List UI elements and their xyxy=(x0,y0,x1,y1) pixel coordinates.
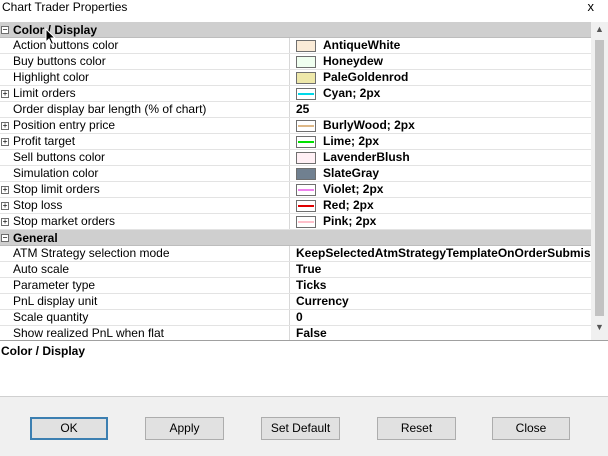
property-value[interactable]: Currency xyxy=(296,294,591,309)
property-name: Buy buttons color xyxy=(0,54,290,69)
set-default-button[interactable]: Set Default xyxy=(261,417,340,440)
property-name: PnL display unit xyxy=(0,294,290,309)
property-value[interactable]: Red; 2px xyxy=(296,198,591,213)
property-name: Sell buttons color xyxy=(0,150,290,165)
property-value[interactable]: AntiqueWhite xyxy=(296,38,591,53)
collapse-icon[interactable]: − xyxy=(1,26,9,34)
window-title: Chart Trader Properties xyxy=(2,0,128,14)
property-name: Show realized PnL when flat xyxy=(0,326,290,340)
apply-button[interactable]: Apply xyxy=(145,417,224,440)
property-name: ATM Strategy selection mode xyxy=(0,246,290,261)
description-panel: Color / Display xyxy=(0,340,608,396)
close-icon[interactable]: x xyxy=(588,0,595,14)
property-row[interactable]: Parameter type Ticks xyxy=(0,278,591,294)
property-row[interactable]: + Profit target Lime; 2px xyxy=(0,134,591,150)
property-value[interactable]: KeepSelectedAtmStrategyTemplateOnOrderSu… xyxy=(296,246,591,261)
property-row[interactable]: + Limit orders Cyan; 2px xyxy=(0,86,591,102)
property-row[interactable]: Auto scale True xyxy=(0,262,591,278)
title-bar: Chart Trader Properties x xyxy=(0,0,608,22)
property-row[interactable]: PnL display unit Currency xyxy=(0,294,591,310)
scroll-thumb[interactable] xyxy=(595,40,604,316)
property-name: Scale quantity xyxy=(0,310,290,325)
property-row[interactable]: Action buttons color AntiqueWhite xyxy=(0,38,591,54)
property-name: Stop loss xyxy=(0,198,290,213)
property-value[interactable]: True xyxy=(296,262,591,277)
property-row[interactable]: Scale quantity 0 xyxy=(0,310,591,326)
property-row[interactable]: + Stop loss Red; 2px xyxy=(0,198,591,214)
property-row[interactable]: + Stop limit orders Violet; 2px xyxy=(0,182,591,198)
property-value[interactable]: Cyan; 2px xyxy=(296,86,591,101)
property-value[interactable]: Pink; 2px xyxy=(296,214,591,229)
property-row[interactable]: Show realized PnL when flat False xyxy=(0,326,591,340)
ok-button[interactable]: OK xyxy=(30,417,108,440)
property-row[interactable]: + Position entry price BurlyWood; 2px xyxy=(0,118,591,134)
category-general[interactable]: − General xyxy=(0,230,591,246)
property-value[interactable]: 0 xyxy=(296,310,591,325)
property-value[interactable]: Violet; 2px xyxy=(296,182,591,197)
property-row[interactable]: Buy buttons color Honeydew xyxy=(0,54,591,70)
vertical-scrollbar[interactable]: ▲ ▼ xyxy=(591,22,608,340)
property-name: Parameter type xyxy=(0,278,290,293)
property-value[interactable]: BurlyWood; 2px xyxy=(296,118,591,133)
property-name: Position entry price xyxy=(0,118,290,133)
property-row[interactable]: + Stop market orders Pink; 2px xyxy=(0,214,591,230)
reset-button[interactable]: Reset xyxy=(377,417,456,440)
property-name: Stop limit orders xyxy=(0,182,290,197)
property-row[interactable]: ATM Strategy selection mode KeepSelectedA… xyxy=(0,246,591,262)
property-value[interactable]: Ticks xyxy=(296,278,591,293)
property-value[interactable]: Lime; 2px xyxy=(296,134,591,149)
property-name: Action buttons color xyxy=(0,38,290,53)
description-title: Color / Display xyxy=(1,344,86,358)
scroll-down-icon[interactable]: ▼ xyxy=(591,322,608,336)
property-row[interactable]: Order display bar length (% of chart) 25 xyxy=(0,102,591,118)
button-bar: OK Apply Set Default Reset Close xyxy=(0,396,608,456)
property-name: Order display bar length (% of chart) xyxy=(0,102,290,117)
property-row[interactable]: Highlight color PaleGoldenrod xyxy=(0,70,591,86)
property-name: Limit orders xyxy=(0,86,290,101)
property-name: Auto scale xyxy=(0,262,290,277)
property-row[interactable]: Simulation color SlateGray xyxy=(0,166,591,182)
property-name: Simulation color xyxy=(0,166,290,181)
property-value[interactable]: PaleGoldenrod xyxy=(296,70,591,85)
scroll-up-icon[interactable]: ▲ xyxy=(591,24,608,38)
property-value[interactable]: False xyxy=(296,326,591,340)
property-value[interactable]: Honeydew xyxy=(296,54,591,69)
mouse-cursor-icon xyxy=(45,28,57,46)
close-button[interactable]: Close xyxy=(492,417,570,440)
property-value[interactable]: SlateGray xyxy=(296,166,591,181)
collapse-icon[interactable]: − xyxy=(1,234,9,242)
category-color-display[interactable]: − Color / Display xyxy=(0,22,591,38)
property-name: Stop market orders xyxy=(0,214,290,229)
property-value[interactable]: 25 xyxy=(296,102,591,117)
property-value[interactable]: LavenderBlush xyxy=(296,150,591,165)
property-name: Highlight color xyxy=(0,70,290,85)
property-name: Profit target xyxy=(0,134,290,149)
property-row[interactable]: Sell buttons color LavenderBlush xyxy=(0,150,591,166)
property-grid: − Color / Display Action buttons color An… xyxy=(0,22,591,340)
category-label: General xyxy=(13,231,58,245)
